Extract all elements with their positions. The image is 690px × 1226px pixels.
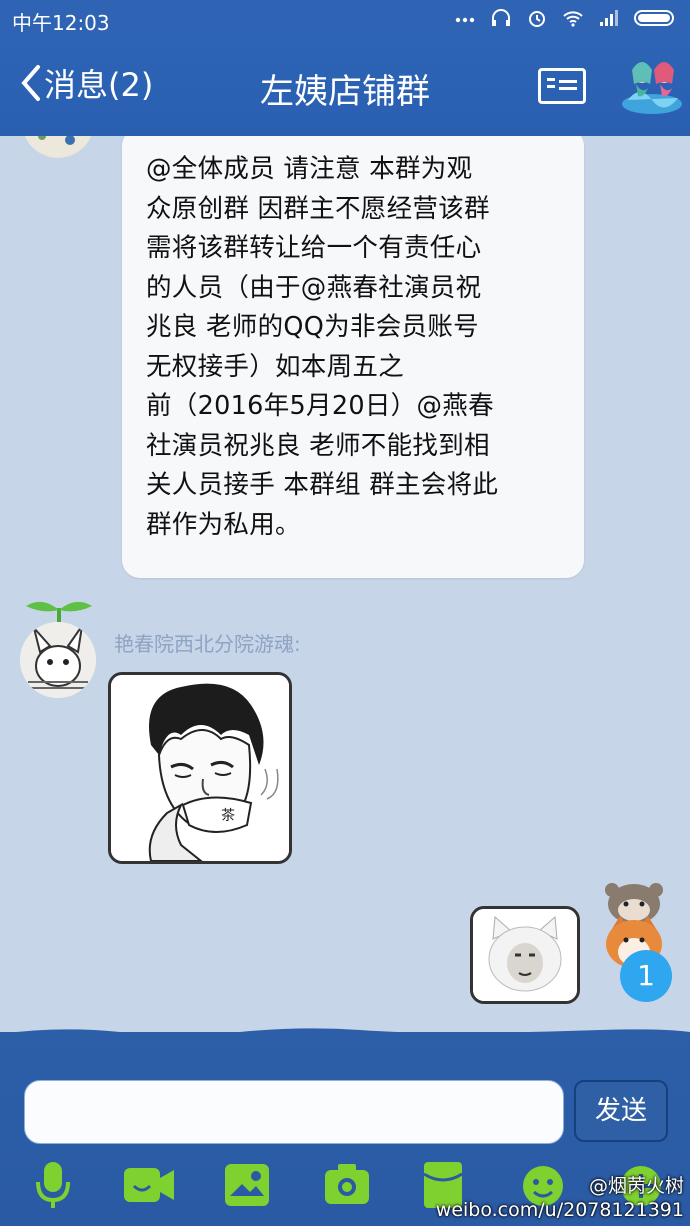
back-label: 消息(2) (44, 66, 154, 104)
status-icons (454, 8, 678, 28)
picture-icon[interactable] (222, 1160, 272, 1210)
message-line: 社演员祝兆良 老师不能找到相 (146, 430, 490, 461)
camera-icon[interactable] (322, 1160, 372, 1210)
my-image-message[interactable] (470, 906, 580, 1004)
send-button[interactable]: 发送 (574, 1080, 668, 1142)
manga-sticker-image: 茶 (111, 675, 289, 861)
weibo-watermark: @烟苪火树 weibo.com/u/2078121391 (436, 1174, 684, 1222)
svg-text:茶: 茶 (221, 808, 235, 824)
chevron-left-icon (21, 65, 40, 101)
status-bar: 中午12:03 (0, 0, 690, 38)
voice-mic-icon[interactable] (30, 1160, 76, 1210)
unread-count-badge[interactable]: 1 (620, 950, 672, 1002)
group-card-button[interactable] (538, 68, 586, 104)
message-line: @全体成员 请注意 本群为观 (146, 154, 473, 184)
message-line: 需将该群转让给一个有责任心 (146, 233, 482, 263)
watermark-user: @烟苪火树 (588, 1175, 684, 1197)
input-bar: 发送 @烟苪火树 weibo.com/u/2078121391 (0, 1032, 690, 1226)
wifi-icon (563, 11, 583, 27)
message-input[interactable] (24, 1080, 564, 1144)
more-dots-icon (455, 17, 475, 23)
chat-header: 消息(2) 左姨店铺群 (0, 38, 690, 136)
back-button[interactable]: 消息(2) (18, 60, 153, 106)
cat-meme-sticker-image (473, 909, 577, 1001)
message-line: 群作为私用。 (146, 509, 301, 540)
sender-name: 艳春院西北分院游魂: (114, 632, 301, 656)
status-time: 中午12:03 (12, 11, 110, 35)
text-message-bubble[interactable]: @全体成员 请注意 本群为观 众原创群 因群主不愿经营该群 需将该群转让给一个有… (122, 136, 584, 578)
video-call-icon[interactable] (122, 1160, 176, 1210)
message-line: 兆良 老师的QQ为非会员账号 (146, 312, 479, 342)
sender-avatar[interactable] (20, 622, 96, 698)
sender-avatar-top[interactable] (22, 136, 94, 158)
message-line: 关人员接手 本群组 群主会将此 (146, 470, 499, 500)
message-line: 前（2016年5月20日）@燕春 (146, 391, 494, 421)
message-line: 的人员（由于@燕春社演员祝 (146, 272, 482, 303)
headset-icon (492, 9, 510, 26)
message-line: 无权接手）如本周五之 (146, 351, 405, 382)
alarm-icon (529, 11, 545, 27)
battery-icon (634, 10, 674, 26)
watermark-url: weibo.com/u/2078121391 (435, 1199, 684, 1221)
message-line: 众原创群 因群主不愿经营该群 (146, 193, 490, 224)
message-list[interactable]: @全体成员 请注意 本群为观 众原创群 因群主不愿经营该群 需将该群转让给一个有… (0, 136, 690, 1032)
signal-icon (600, 10, 618, 26)
mermaid-avatar-icon[interactable] (620, 54, 684, 120)
image-message[interactable]: 茶 (108, 672, 292, 864)
